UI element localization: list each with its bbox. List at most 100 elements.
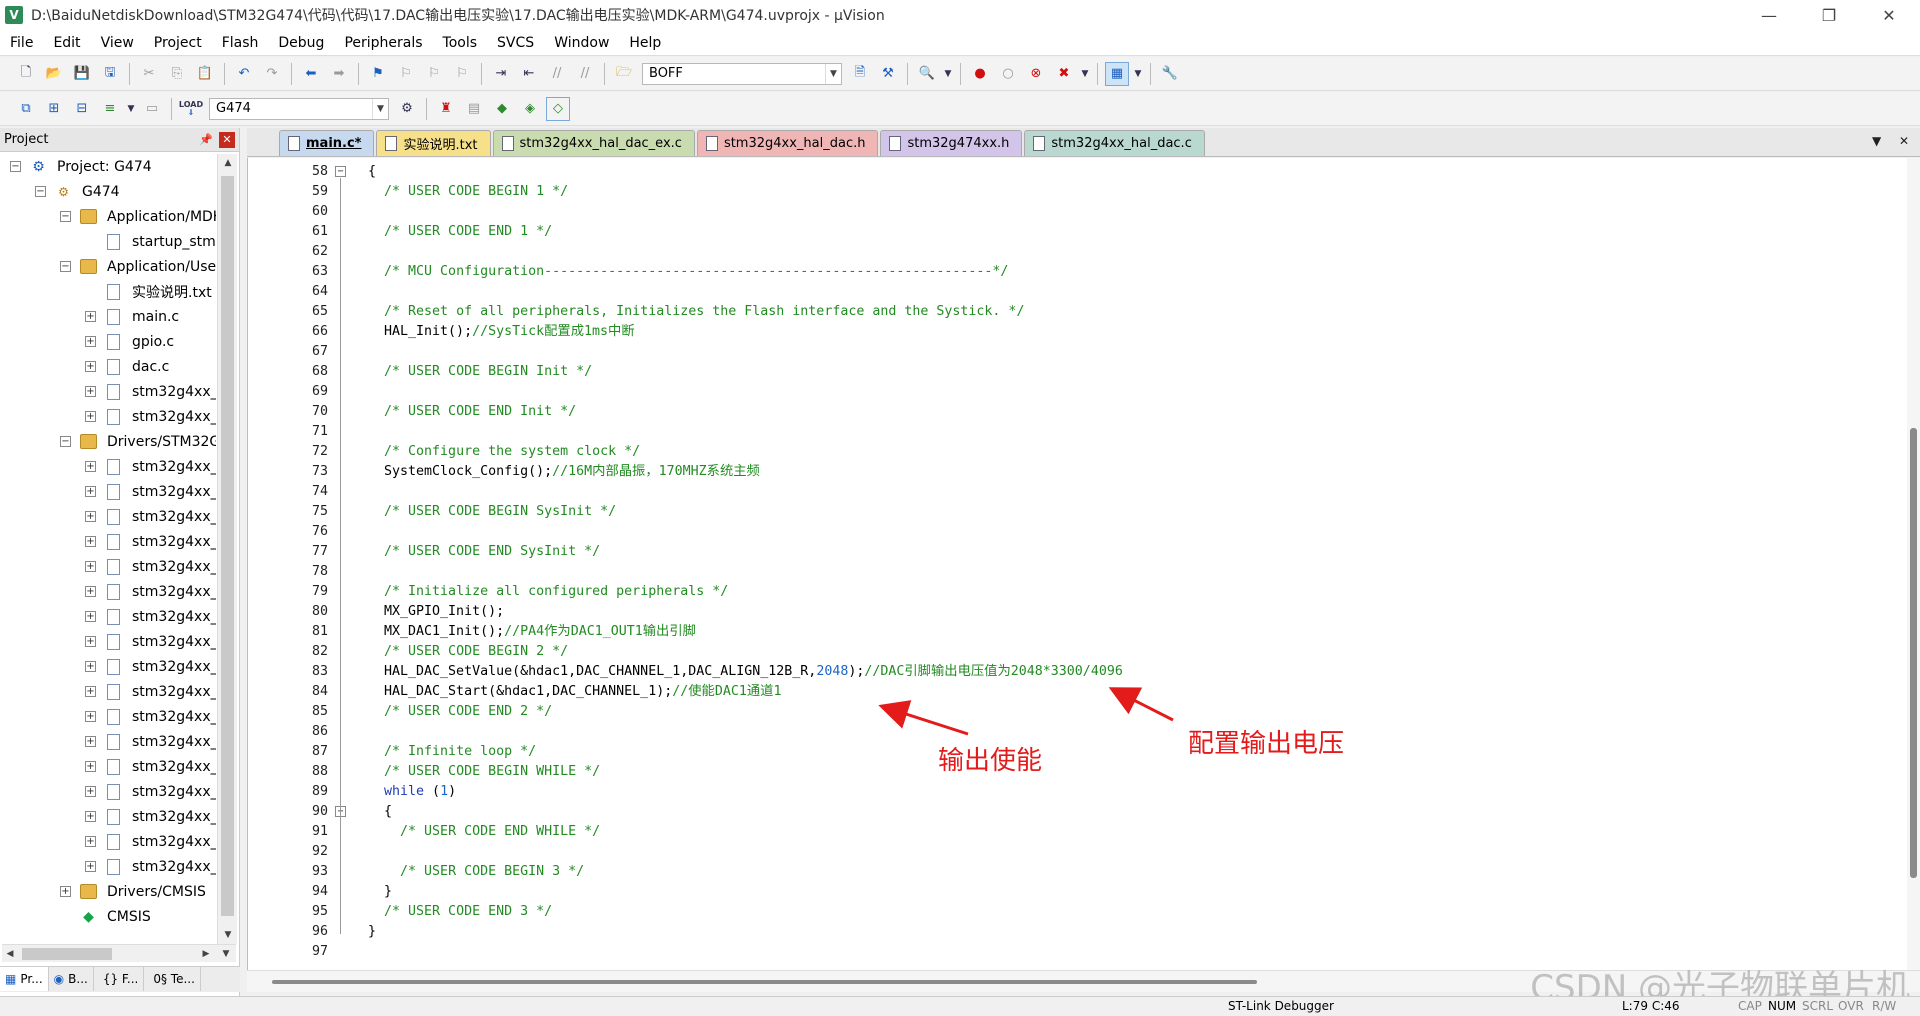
- code-line[interactable]: 72 /* Configure the system clock */: [248, 442, 1907, 462]
- code-line[interactable]: 77 /* USER CODE END SysInit */: [248, 542, 1907, 562]
- code-line[interactable]: 90− {: [248, 802, 1907, 822]
- code-line[interactable]: 65 /* Reset of all peripherals, Initiali…: [248, 302, 1907, 322]
- collapse-icon[interactable]: −: [35, 186, 46, 197]
- collapse-icon[interactable]: −: [335, 166, 346, 177]
- code-line[interactable]: 93 /* USER CODE BEGIN 3 */: [248, 862, 1907, 882]
- code-line[interactable]: 82 /* USER CODE BEGIN 2 */: [248, 642, 1907, 662]
- chevron-down-icon[interactable]: ▼: [1133, 62, 1143, 86]
- expand-icon[interactable]: +: [85, 611, 96, 622]
- debug-session-icon[interactable]: 🔍: [915, 62, 939, 86]
- code-line[interactable]: 60: [248, 202, 1907, 222]
- tree-item[interactable]: + stm32g4xx_h: [0, 679, 216, 704]
- code-line[interactable]: 89 while (1): [248, 782, 1907, 802]
- code-line[interactable]: 70 /* USER CODE END Init */: [248, 402, 1907, 422]
- tree-item[interactable]: + stm32g4xx_h: [0, 579, 216, 604]
- find-icon[interactable]: 🗎: [848, 62, 872, 86]
- run-time-environment-icon[interactable]: ◇: [546, 96, 570, 121]
- editor-tab[interactable]: stm32g474xx.h: [880, 130, 1023, 156]
- code-line[interactable]: 61 /* USER CODE END 1 */: [248, 222, 1907, 242]
- code-line[interactable]: 66 HAL_Init();//SysTick配置成1ms中断: [248, 322, 1907, 342]
- new-file-icon[interactable]: 🗋: [14, 62, 38, 86]
- code-line[interactable]: 58− {: [248, 162, 1907, 182]
- code-line[interactable]: 97: [248, 942, 1907, 962]
- panel-tab-books[interactable]: ◉ B...: [49, 967, 94, 991]
- code-line[interactable]: 80 MX_GPIO_Init();: [248, 602, 1907, 622]
- expand-icon[interactable]: +: [85, 336, 96, 347]
- code-line[interactable]: 94 }: [248, 882, 1907, 902]
- menu-debug[interactable]: Debug: [268, 30, 334, 56]
- code-line[interactable]: 76: [248, 522, 1907, 542]
- bookmark-icon[interactable]: ⚑: [366, 62, 390, 86]
- code-line[interactable]: 64: [248, 282, 1907, 302]
- window-layout-icon[interactable]: ▦: [1105, 61, 1129, 86]
- save-all-icon[interactable]: 🖫: [98, 62, 122, 86]
- chevron-down-icon[interactable]: ▼: [825, 63, 841, 84]
- tree-item[interactable]: startup_stm32: [0, 229, 216, 254]
- menu-view[interactable]: View: [91, 30, 144, 56]
- code-line[interactable]: 87 /* Infinite loop */: [248, 742, 1907, 762]
- chevron-down-icon[interactable]: ▼: [126, 97, 136, 121]
- close-tab-icon[interactable]: ✕: [1899, 134, 1909, 148]
- project-tree-vertical-scrollbar[interactable]: ▲ ▼: [217, 154, 237, 944]
- code-line[interactable]: 62: [248, 242, 1907, 262]
- project-tree-horizontal-scrollbar[interactable]: ◀ ▶ ▼: [2, 944, 236, 962]
- expand-icon[interactable]: +: [85, 411, 96, 422]
- collapse-icon[interactable]: −: [60, 436, 71, 447]
- scroll-right-icon[interactable]: ▶: [198, 945, 214, 963]
- undo-icon[interactable]: ↶: [232, 62, 256, 86]
- expand-icon[interactable]: +: [85, 536, 96, 547]
- collapse-icon[interactable]: −: [10, 161, 21, 172]
- close-button[interactable]: ✕: [1860, 0, 1918, 30]
- incremental-find-icon[interactable]: ⚒: [876, 62, 900, 86]
- collapse-icon[interactable]: −: [60, 261, 71, 272]
- chevron-down-icon[interactable]: ▼: [1080, 62, 1090, 86]
- tree-item[interactable]: + stm32g4xx_h: [0, 479, 216, 504]
- rebuild-icon[interactable]: ⊟: [70, 97, 94, 121]
- tree-item[interactable]: + stm32g4xx_h: [0, 804, 216, 829]
- editor-tab[interactable]: stm32g4xx_hal_dac.h: [696, 130, 879, 156]
- copy-icon[interactable]: ⎘: [165, 62, 189, 86]
- kill-breakpoints-icon[interactable]: ✖: [1052, 62, 1076, 86]
- expand-icon[interactable]: +: [85, 486, 96, 497]
- minimize-button[interactable]: —: [1740, 0, 1798, 30]
- code-line[interactable]: 88 /* USER CODE BEGIN WHILE */: [248, 762, 1907, 782]
- code-line[interactable]: 86: [248, 722, 1907, 742]
- menu-help[interactable]: Help: [619, 30, 671, 56]
- menu-peripherals[interactable]: Peripherals: [334, 30, 432, 56]
- tree-item[interactable]: − Application/MDK: [0, 204, 216, 229]
- tree-item[interactable]: + stm32g4xx_h: [0, 854, 216, 879]
- select-packs-icon[interactable]: ▤: [462, 97, 486, 121]
- tree-item[interactable]: + stm32g4xx_h: [0, 504, 216, 529]
- code-line[interactable]: 71: [248, 422, 1907, 442]
- code-line[interactable]: 73 SystemClock_Config();//16M内部晶振，170MHZ…: [248, 462, 1907, 482]
- pin-icon[interactable]: 📌: [199, 133, 213, 146]
- paste-icon[interactable]: 📋: [193, 62, 217, 86]
- navigate-forward-icon[interactable]: ➡: [327, 62, 351, 86]
- expand-icon[interactable]: +: [85, 461, 96, 472]
- chevron-down-icon[interactable]: ▼: [943, 62, 953, 86]
- scroll-down-icon[interactable]: ▼: [218, 926, 238, 944]
- code-line[interactable]: 59 /* USER CODE BEGIN 1 */: [248, 182, 1907, 202]
- expand-icon[interactable]: +: [85, 736, 96, 747]
- disable-breakpoint-icon[interactable]: ○: [996, 62, 1020, 86]
- expand-icon[interactable]: +: [85, 811, 96, 822]
- tree-item[interactable]: + stm32g4xx_h: [0, 529, 216, 554]
- code-line[interactable]: 79 /* Initialize all configured peripher…: [248, 582, 1907, 602]
- tree-item[interactable]: + stm32g4xx_h: [0, 729, 216, 754]
- editor-tab[interactable]: 实验说明.txt: [376, 130, 491, 156]
- expand-icon[interactable]: +: [85, 861, 96, 872]
- target-select[interactable]: G474 ▼: [209, 97, 389, 120]
- code-line[interactable]: 67: [248, 342, 1907, 362]
- code-line[interactable]: 92: [248, 842, 1907, 862]
- find-combo[interactable]: BOFF ▼: [642, 62, 842, 85]
- expand-icon[interactable]: +: [85, 561, 96, 572]
- code-line[interactable]: 75 /* USER CODE BEGIN SysInit */: [248, 502, 1907, 522]
- scroll-left-icon[interactable]: ◀: [2, 945, 18, 963]
- breakpoint-icon[interactable]: ●: [968, 62, 992, 86]
- tree-item[interactable]: − Drivers/STM32G4: [0, 429, 216, 454]
- expand-icon[interactable]: +: [85, 761, 96, 772]
- tree-item[interactable]: + stm32g4xx_h: [0, 829, 216, 854]
- tree-item[interactable]: + stm32g4xx_h: [0, 454, 216, 479]
- expand-icon[interactable]: +: [85, 636, 96, 647]
- code-line[interactable]: 84 HAL_DAC_Start(&hdac1,DAC_CHANNEL_1);/…: [248, 682, 1907, 702]
